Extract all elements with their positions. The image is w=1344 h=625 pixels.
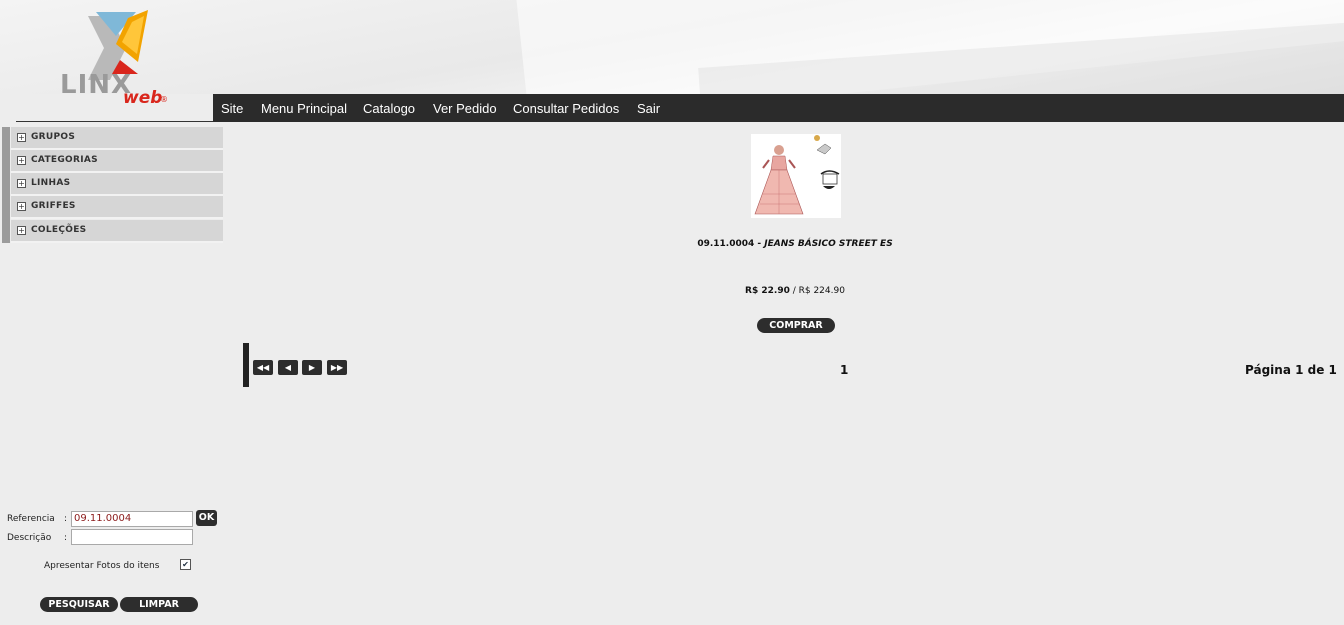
current-page-number[interactable]: 1 [840, 363, 848, 377]
divider [16, 121, 213, 122]
buy-button[interactable]: COMPRAR [757, 318, 835, 333]
plus-box-icon: + [17, 226, 26, 235]
sidebar-item-label: CATEGORIAS [31, 155, 98, 165]
plus-box-icon: + [17, 156, 26, 165]
price-alt-value: R$ 224.90 [798, 286, 845, 296]
sidebar-accent [2, 127, 10, 243]
sidebar-item-label: GRIFFES [31, 201, 76, 211]
nav-catalogo[interactable]: Catalogo [363, 101, 415, 116]
title-separator: - [754, 239, 765, 249]
sidebar-item-label: GRUPOS [31, 132, 76, 142]
logo-text: LINX [60, 70, 133, 100]
plus-box-icon: + [17, 202, 26, 211]
sidebar-item-colecoes[interactable]: + COLEÇÕES [11, 220, 223, 243]
search-button[interactable]: PESQUISAR [40, 597, 118, 612]
first-page-icon[interactable]: ◀◀ [253, 360, 273, 375]
pager-handle[interactable] [243, 343, 249, 387]
sidebar-item-categorias[interactable]: + CATEGORIAS [11, 150, 223, 173]
next-page-icon[interactable]: ▶ [302, 360, 322, 375]
plus-box-icon: + [17, 133, 26, 142]
photos-label: Apresentar Fotos do itens [44, 561, 160, 571]
price-separator: / [789, 286, 799, 296]
header-banner [0, 0, 1344, 94]
ref-label: Referencia [7, 514, 55, 524]
nav-site[interactable]: Site [221, 101, 243, 116]
sidebar-item-griffes[interactable]: + GRIFFES [11, 196, 223, 219]
product-image[interactable] [751, 134, 841, 218]
page-summary: Página 1 de 1 [1245, 363, 1337, 377]
reference-input[interactable] [71, 511, 193, 527]
price-value: R$ 22.90 [745, 286, 790, 296]
clear-button[interactable]: LIMPAR [120, 597, 198, 612]
sidebar-item-grupos[interactable]: + GRUPOS [11, 127, 223, 150]
nav-sair[interactable]: Sair [637, 101, 660, 116]
product-code: 09.11.0004 [697, 239, 755, 249]
product-name: JEANS BÁSICO STREET ES [764, 239, 893, 249]
prev-page-icon[interactable]: ◀ [278, 360, 298, 375]
last-page-icon[interactable]: ▶▶ [327, 360, 347, 375]
product-price: R$ 22.90 / R$ 224.90 [680, 286, 910, 296]
sidebar-item-label: LINHAS [31, 178, 71, 188]
desc-colon: : [64, 533, 68, 543]
product-title: 09.11.0004 - JEANS BÁSICO STREET ES [620, 239, 970, 249]
ok-button[interactable]: OK [196, 510, 217, 526]
show-photos-checkbox[interactable]: ✔ [180, 559, 191, 570]
ref-colon: : [64, 514, 68, 524]
nav-consultar-pedidos[interactable]: Consultar Pedidos [513, 101, 619, 116]
logo-web-text: web [123, 88, 163, 108]
sidebar-item-label: COLEÇÕES [31, 225, 87, 235]
registered-mark: ® [160, 95, 168, 104]
nav-ver-pedido[interactable]: Ver Pedido [433, 101, 497, 116]
plus-box-icon: + [17, 179, 26, 188]
description-input[interactable] [71, 529, 193, 545]
sidebar-item-linhas[interactable]: + LINHAS [11, 173, 223, 196]
nav-menu-principal[interactable]: Menu Principal [261, 101, 347, 116]
desc-label: Descrição [7, 533, 52, 543]
main-nav: Site Menu Principal Catalogo Ver Pedido … [213, 94, 1344, 122]
